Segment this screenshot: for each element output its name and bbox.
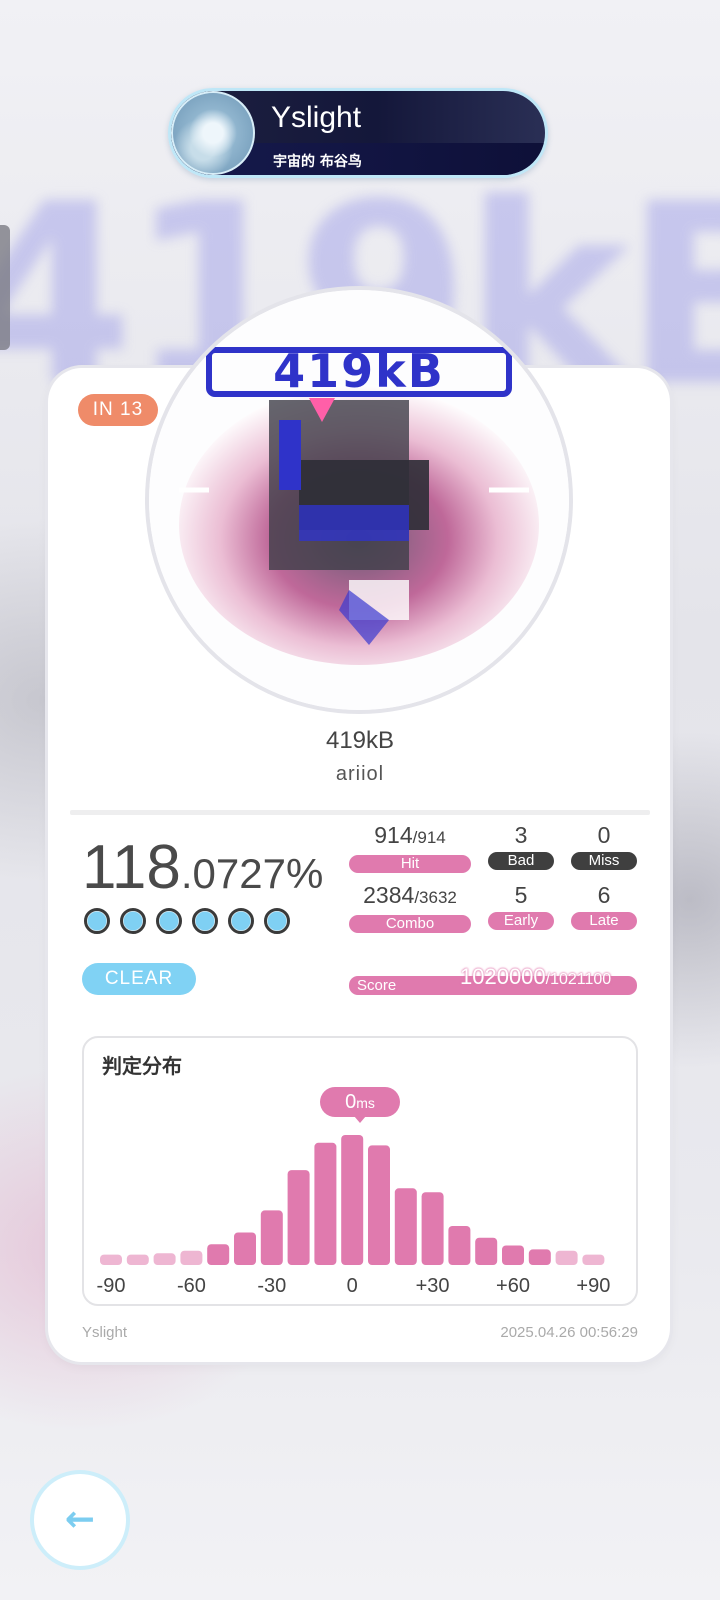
arrow-left-icon: ←	[64, 1499, 96, 1540]
early-value: 5	[514, 882, 528, 908]
hit-max: /914	[412, 828, 446, 847]
footer-timestamp: 2025.04.26 00:56:29	[500, 1324, 638, 1341]
accuracy-dot	[228, 908, 254, 934]
accuracy-decimal: .0727%	[180, 850, 324, 897]
combo-value: 2384	[363, 882, 415, 908]
histogram-tick-label: +90	[576, 1275, 610, 1297]
distribution-title: 判定分布	[102, 1054, 182, 1078]
player-name: Yslight	[271, 101, 362, 134]
histogram-bar	[528, 1249, 551, 1265]
score-value: 1020000/1021100	[460, 964, 611, 990]
histogram-bar	[260, 1210, 283, 1265]
stat-hit: 914/914 Hit	[349, 822, 471, 873]
song-title: 419kB	[325, 727, 395, 754]
player-title: 宇宙的 布谷鸟	[273, 154, 362, 170]
histogram-bar	[582, 1254, 605, 1265]
histogram-tick-label: -90	[97, 1275, 126, 1297]
song-artist: ariiol	[335, 763, 385, 785]
histogram-bar	[207, 1244, 230, 1265]
late-label: Late	[571, 912, 637, 930]
accuracy-dot	[156, 908, 182, 934]
histogram-bar	[475, 1237, 498, 1265]
player-profile[interactable]: Yslight 宇宙的 布谷鸟	[168, 88, 548, 178]
clear-status-badge: CLEAR	[82, 963, 196, 995]
footer-player-name: Yslight	[82, 1324, 128, 1341]
histogram-tick-label: -60	[177, 1275, 206, 1297]
jacket-logo-text: 419kB	[273, 344, 445, 398]
miss-value: 0	[597, 822, 611, 848]
histogram-bar	[555, 1250, 578, 1265]
histogram-bar	[448, 1226, 471, 1265]
stat-early: 5 Early	[488, 882, 554, 930]
accuracy-dot	[84, 908, 110, 934]
histogram-bar	[502, 1245, 524, 1265]
histogram-tick-label: +30	[416, 1275, 450, 1297]
histogram-bar	[394, 1188, 417, 1265]
accuracy-dot	[120, 908, 146, 934]
accuracy-dot	[264, 908, 290, 934]
stat-bad: 3 Bad	[488, 822, 554, 870]
song-jacket: 419kB	[149, 290, 569, 710]
histogram-bar	[287, 1170, 310, 1265]
histogram-bar	[126, 1254, 149, 1265]
stat-late: 6 Late	[571, 882, 637, 930]
distribution-histogram: -90 -60 -30 0 +30 +60 +90	[97, 1135, 610, 1297]
histogram-bar	[100, 1254, 122, 1265]
histogram-tick-label: -30	[257, 1275, 286, 1297]
miss-label: Miss	[571, 852, 637, 870]
avatar	[171, 91, 255, 175]
back-button[interactable]: ←	[34, 1474, 126, 1566]
histogram-bar	[421, 1192, 444, 1265]
bad-label: Bad	[488, 852, 554, 870]
accuracy-dots	[84, 908, 290, 934]
hit-label: Hit	[349, 855, 471, 873]
late-value: 6	[597, 882, 611, 908]
difficulty-badge: IN 13	[78, 394, 158, 426]
histogram-bar	[368, 1145, 390, 1265]
accuracy-integer: 118	[82, 833, 181, 902]
hit-value: 914	[374, 822, 413, 848]
histogram-tick-label: +60	[496, 1275, 530, 1297]
bad-value: 3	[514, 822, 528, 848]
histogram-bar	[234, 1232, 256, 1265]
peak-value: 0	[345, 1091, 357, 1113]
peak-offset-bubble: 0ms	[320, 1087, 400, 1117]
side-drawer-handle[interactable]	[0, 225, 10, 350]
histogram-bar	[341, 1135, 364, 1265]
stat-combo: 2384/3632 Combo	[349, 882, 471, 933]
divider	[70, 810, 650, 815]
score-label: Score	[357, 977, 397, 994]
accuracy: 118.0727%	[82, 832, 323, 903]
combo-label: Combo	[349, 915, 471, 933]
score-max: /1021100	[545, 971, 612, 988]
histogram-bar	[153, 1253, 176, 1265]
combo-max: /3632	[414, 888, 457, 907]
stat-miss: 0 Miss	[571, 822, 637, 870]
histogram-bar	[314, 1142, 337, 1265]
early-label: Early	[488, 912, 554, 930]
histogram-bar	[180, 1250, 203, 1265]
histogram-tick-label: 0	[347, 1275, 358, 1297]
peak-unit: ms	[356, 1095, 375, 1111]
score-number: 1020000	[460, 964, 546, 989]
accuracy-dot	[192, 908, 218, 934]
